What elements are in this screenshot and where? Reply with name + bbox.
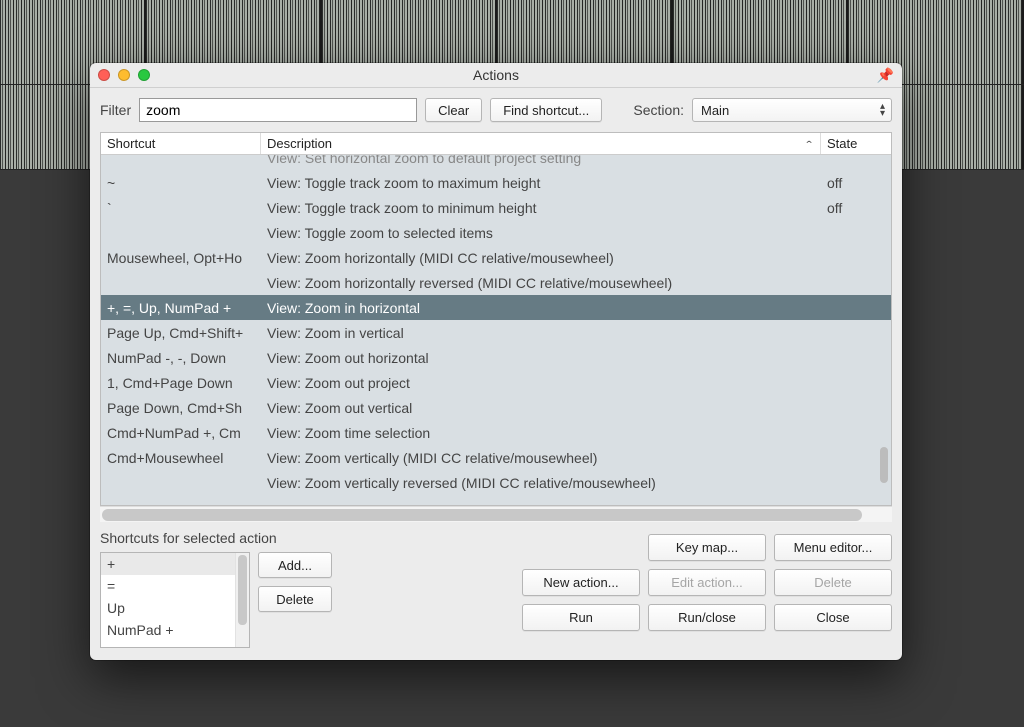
cell-description: View: Zoom out vertical (261, 400, 821, 416)
zoom-window-button[interactable] (138, 69, 150, 81)
table-row[interactable]: NumPad -, -, DownView: Zoom out horizont… (101, 345, 891, 370)
cell-shortcut: Page Down, Cmd+Sh (101, 400, 261, 416)
table-row[interactable]: `View: Toggle track zoom to minimum heig… (101, 195, 891, 220)
table-header: Shortcut Description State (101, 133, 891, 155)
cell-description: View: Zoom vertically (MIDI CC relative/… (261, 450, 821, 466)
cell-description: View: Zoom out project (261, 375, 821, 391)
cell-shortcut: Cmd+NumPad +, Cm (101, 425, 261, 441)
chevron-updown-icon: ▴▾ (880, 103, 885, 117)
run-close-button[interactable]: Run/close (648, 604, 766, 631)
window-controls (98, 69, 150, 81)
edit-action-button[interactable]: Edit action... (648, 569, 766, 596)
col-description[interactable]: Description (261, 133, 821, 154)
col-shortcut[interactable]: Shortcut (101, 133, 261, 154)
cell-shortcut: +, =, Up, NumPad + (101, 300, 261, 316)
cell-description: View: Zoom in vertical (261, 325, 821, 341)
cell-description: View: Zoom horizontally (MIDI CC relativ… (261, 250, 821, 266)
table-row[interactable]: 1, Cmd+Page DownView: Zoom out project (101, 370, 891, 395)
cell-description: View: Toggle track zoom to maximum heigh… (261, 175, 821, 191)
clear-button[interactable]: Clear (425, 98, 482, 122)
cell-description: View: Zoom out horizontal (261, 350, 821, 366)
table-row[interactable]: Mousewheel, Opt+HoView: Zoom horizontall… (101, 245, 891, 270)
pin-icon[interactable]: 📌 (877, 67, 894, 84)
find-shortcut-button[interactable]: Find shortcut... (490, 98, 602, 122)
actions-table: Shortcut Description State View: Set hor… (100, 132, 892, 506)
table-row[interactable]: View: Toggle zoom to selected items (101, 220, 891, 245)
cell-description: View: Zoom in horizontal (261, 300, 821, 316)
shortcut-list-item[interactable]: = (101, 575, 249, 597)
shortcuts-panel: Shortcuts for selected action +=UpNumPad… (100, 530, 332, 648)
table-row[interactable]: View: Set horizontal zoom to default pro… (101, 155, 891, 170)
table-row[interactable]: Page Up, Cmd+Shift+View: Zoom in vertica… (101, 320, 891, 345)
actions-dialog: Actions 📌 Filter Clear Find shortcut... … (90, 63, 902, 660)
run-button[interactable]: Run (522, 604, 640, 631)
table-row[interactable]: +, =, Up, NumPad +View: Zoom in horizont… (101, 295, 891, 320)
section-select[interactable]: Main ▴▾ (692, 98, 892, 122)
cell-shortcut: NumPad -, -, Down (101, 350, 261, 366)
shortcut-list-item[interactable]: NumPad + (101, 619, 249, 641)
menu-editor-button[interactable]: Menu editor... (774, 534, 892, 561)
shortcut-list[interactable]: +=UpNumPad + (100, 552, 250, 648)
delete-action-button[interactable]: Delete (774, 569, 892, 596)
table-row[interactable]: View: Zoom horizontally reversed (MIDI C… (101, 270, 891, 295)
bottom-panel: Shortcuts for selected action +=UpNumPad… (90, 522, 902, 660)
cell-shortcut: Page Up, Cmd+Shift+ (101, 325, 261, 341)
shortcut-list-scrollbar[interactable] (235, 553, 249, 647)
shortcut-list-item[interactable]: Up (101, 597, 249, 619)
cell-description: View: Zoom vertically reversed (MIDI CC … (261, 475, 821, 491)
close-button[interactable]: Close (774, 604, 892, 631)
cell-shortcut: Cmd+Mousewheel (101, 450, 261, 466)
table-vertical-scrollbar[interactable] (877, 155, 890, 505)
close-window-button[interactable] (98, 69, 110, 81)
new-action-button[interactable]: New action... (522, 569, 640, 596)
table-row[interactable]: Cmd+NumPad +, CmView: Zoom time selectio… (101, 420, 891, 445)
action-buttons: Key map... Menu editor... New action... … (522, 530, 892, 648)
section-label: Section: (633, 102, 684, 118)
table-row[interactable]: Cmd+MousewheelView: Zoom vertically (MID… (101, 445, 891, 470)
cell-shortcut: 1, Cmd+Page Down (101, 375, 261, 391)
table-body[interactable]: View: Set horizontal zoom to default pro… (101, 155, 891, 505)
add-shortcut-button[interactable]: Add... (258, 552, 332, 578)
window-title: Actions (90, 67, 902, 83)
cell-description: View: Set horizontal zoom to default pro… (261, 155, 821, 166)
cell-shortcut: ` (101, 200, 261, 216)
table-row[interactable]: ~View: Toggle track zoom to maximum heig… (101, 170, 891, 195)
cell-shortcut: Mousewheel, Opt+Ho (101, 250, 261, 266)
shortcuts-panel-title: Shortcuts for selected action (100, 530, 332, 546)
filter-toolbar: Filter Clear Find shortcut... Section: M… (90, 88, 902, 132)
minimize-window-button[interactable] (118, 69, 130, 81)
delete-shortcut-button[interactable]: Delete (258, 586, 332, 612)
titlebar: Actions 📌 (90, 63, 902, 88)
col-state[interactable]: State (821, 133, 891, 154)
cell-description: View: Zoom horizontally reversed (MIDI C… (261, 275, 821, 291)
section-select-value: Main (701, 103, 729, 118)
cell-description: View: Zoom time selection (261, 425, 821, 441)
table-row[interactable]: Page Down, Cmd+ShView: Zoom out vertical (101, 395, 891, 420)
cell-description: View: Toggle zoom to selected items (261, 225, 821, 241)
table-row[interactable]: View: Zoom vertically reversed (MIDI CC … (101, 470, 891, 495)
cell-shortcut: ~ (101, 175, 261, 191)
filter-input[interactable] (139, 98, 417, 122)
table-horizontal-scrollbar[interactable] (100, 506, 892, 522)
shortcut-list-item[interactable]: + (101, 553, 249, 575)
filter-label: Filter (100, 102, 131, 118)
cell-description: View: Toggle track zoom to minimum heigh… (261, 200, 821, 216)
key-map-button[interactable]: Key map... (648, 534, 766, 561)
